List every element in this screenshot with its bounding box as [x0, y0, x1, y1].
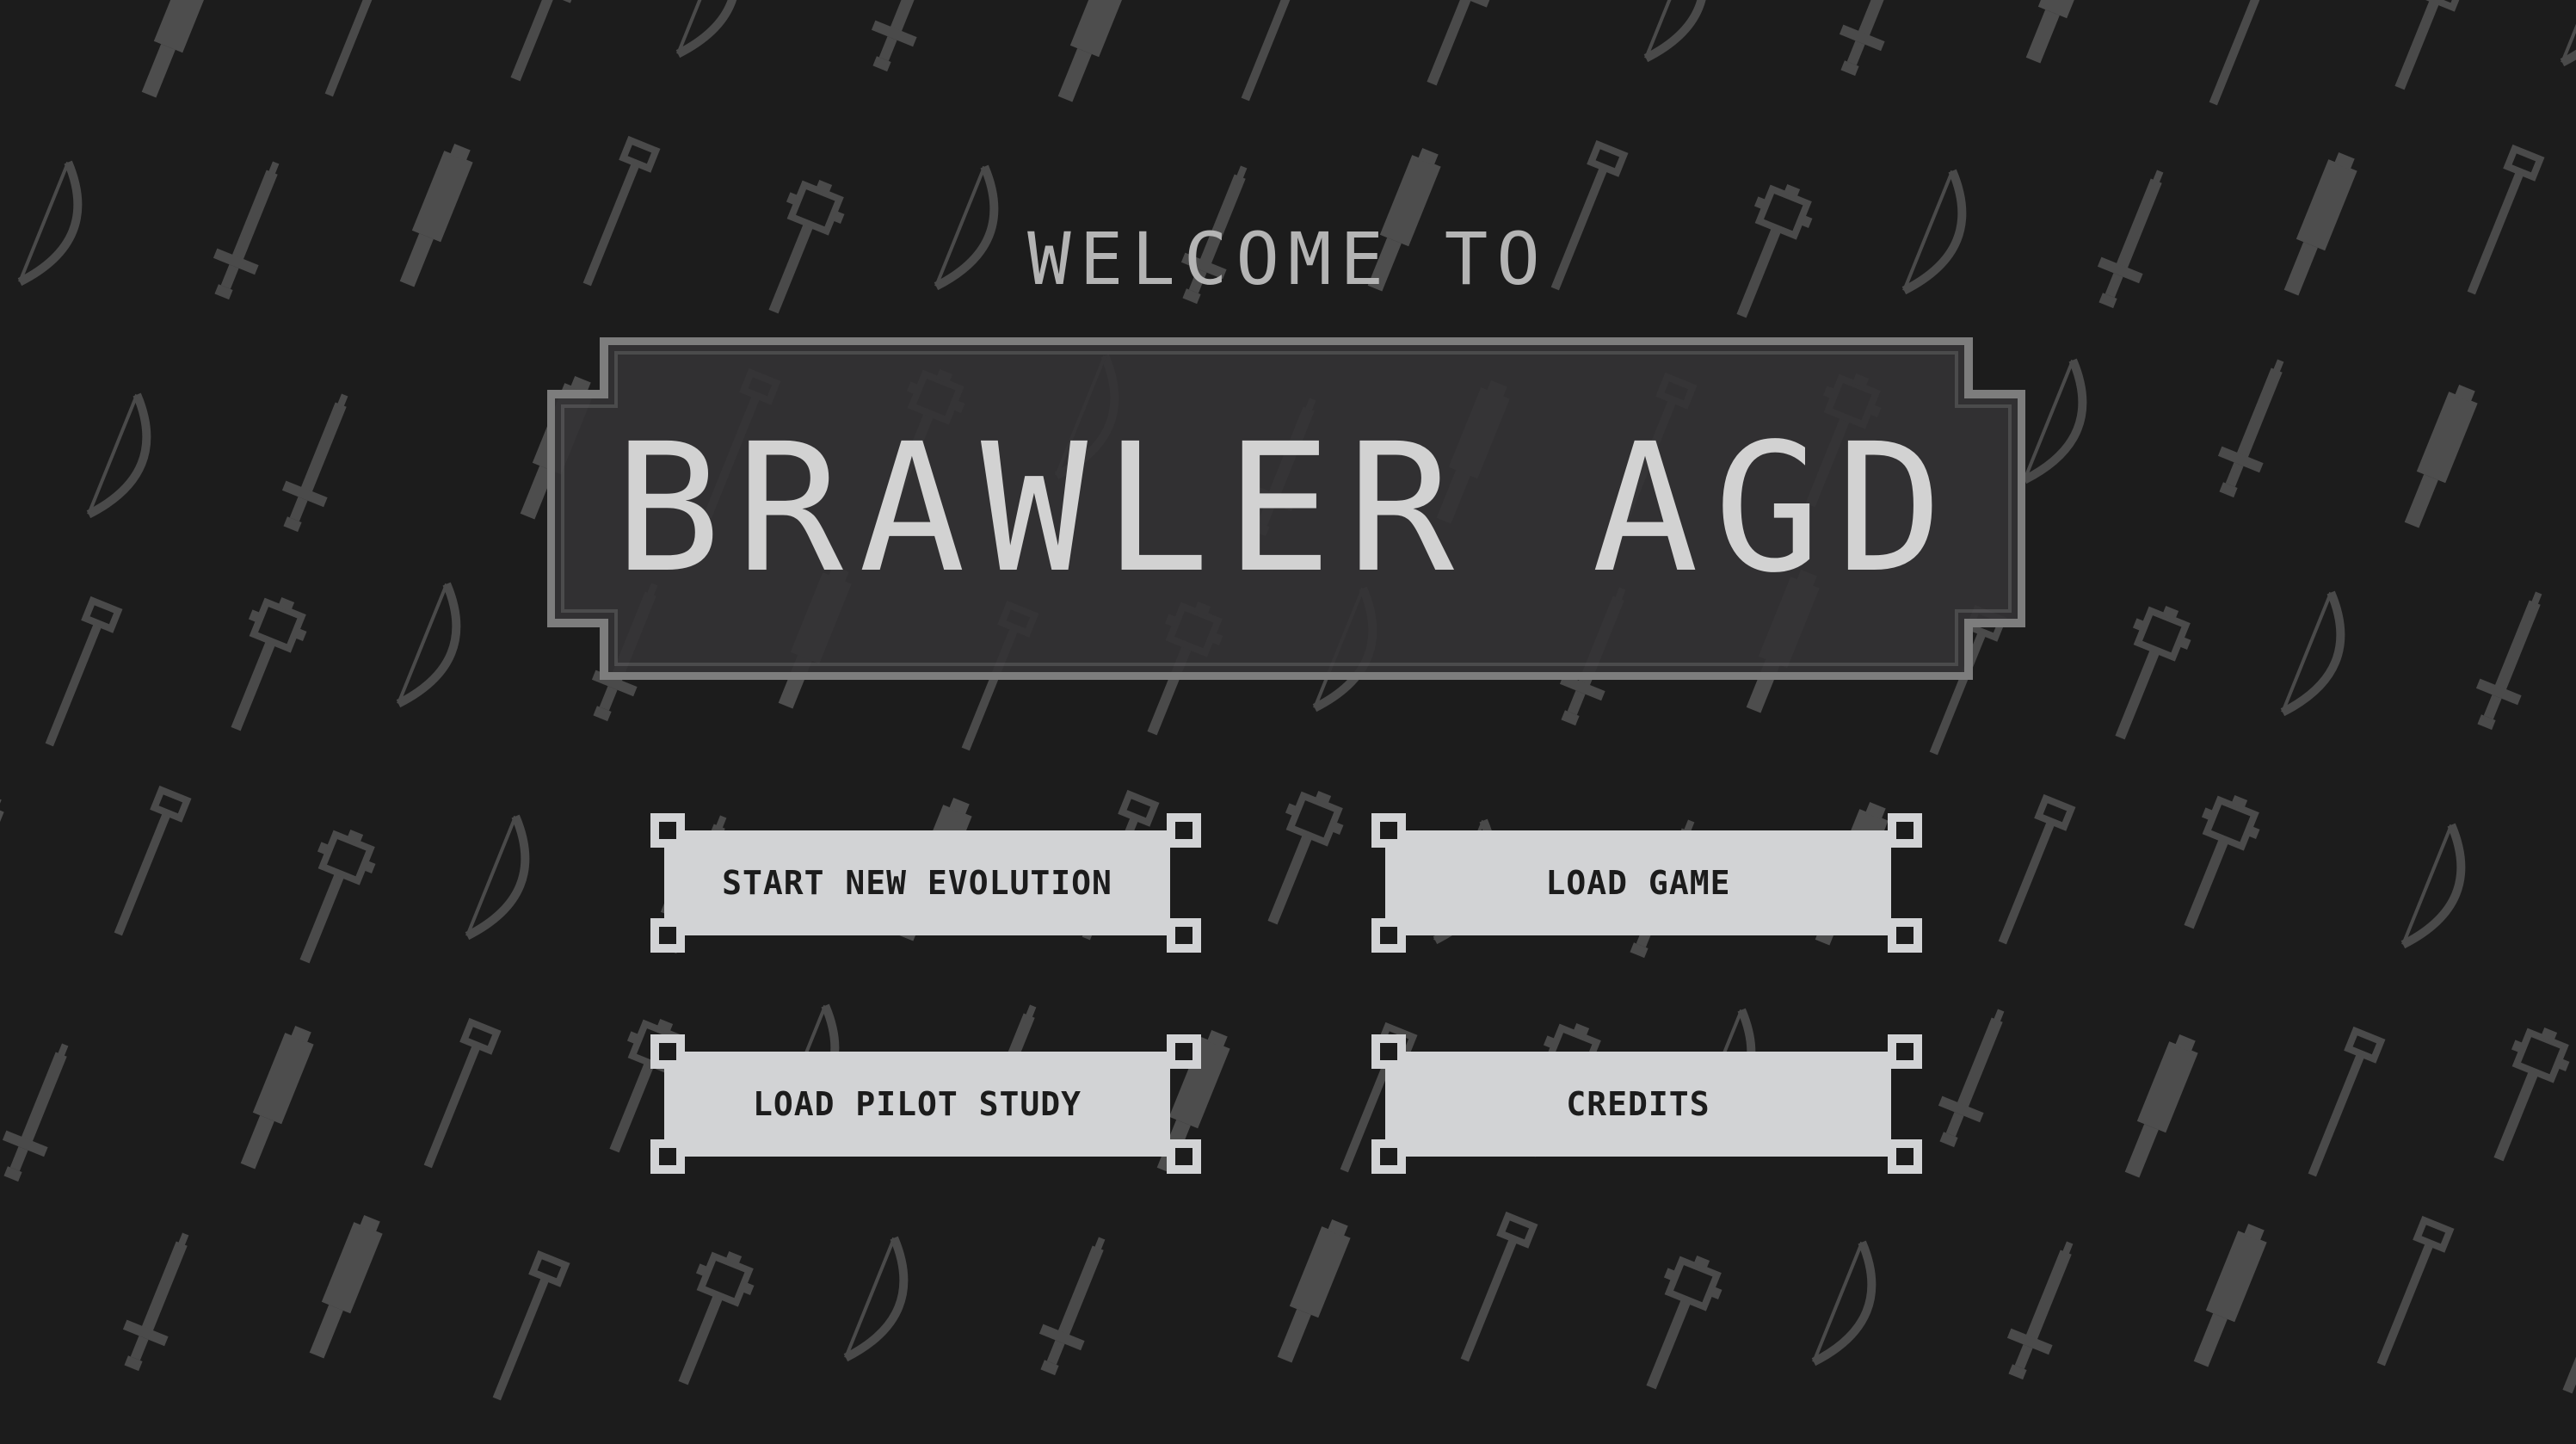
bow-icon [2283, 593, 2359, 724]
corner-bracket-icon [1167, 918, 1201, 953]
staff-icon [2197, 0, 2287, 110]
button-label: LOAD GAME [1545, 864, 1731, 902]
club-icon [1051, 0, 1136, 105]
club-icon [0, 790, 9, 940]
mace-icon [278, 821, 385, 972]
bow-icon [2403, 825, 2480, 956]
club-icon [2018, 0, 2104, 66]
club-icon [2117, 1031, 2203, 1181]
start-new-evolution-button[interactable]: START NEW EVOLUTION [650, 813, 1201, 953]
mace-icon [0, 356, 5, 508]
mace-icon [656, 1243, 763, 1394]
corner-bracket-icon [1371, 1034, 1406, 1069]
title-plate: BRAWLER AGD [547, 337, 2025, 680]
corner-bracket-icon [1888, 813, 1922, 848]
staff-icon [1229, 0, 1319, 106]
corner-bracket-icon [1371, 918, 1406, 953]
bow-icon [846, 1238, 922, 1369]
club-icon [134, 0, 219, 101]
staff-icon [1448, 1211, 1538, 1367]
bow-icon [1814, 1243, 1890, 1373]
mace-icon [2472, 1019, 2576, 1170]
sword-icon [1827, 0, 1923, 82]
staff-icon [480, 1250, 570, 1405]
button-label: LOAD PILOT STUDY [752, 1085, 1082, 1123]
mace-icon [2373, 0, 2480, 99]
mace-icon [1246, 782, 1353, 934]
sword-icon [1926, 1002, 2022, 1153]
sword-icon [1994, 1234, 2091, 1385]
mace-icon [1405, 0, 1512, 95]
corner-bracket-icon [1167, 1139, 1201, 1174]
load-game-button[interactable]: LOAD GAME [1371, 813, 1922, 953]
staff-icon [411, 1017, 502, 1173]
corner-bracket-icon [1167, 813, 1201, 848]
game-title: BRAWLER AGD [613, 405, 1959, 612]
load-pilot-study-button[interactable]: LOAD PILOT STUDY [650, 1034, 1201, 1174]
bow-icon [2024, 361, 2101, 491]
corner-bracket-icon [650, 1034, 685, 1069]
mace-icon [2162, 787, 2269, 938]
corner-bracket-icon [1371, 813, 1406, 848]
sword-icon [0, 1036, 86, 1188]
mace-icon [489, 0, 595, 90]
bow-icon [398, 584, 475, 715]
mace-icon [2541, 1251, 2576, 1403]
corner-bracket-icon [1888, 1139, 1922, 1174]
sword-icon [2205, 352, 2302, 503]
bow-icon [0, 1234, 6, 1365]
bow-icon [467, 817, 544, 947]
staff-icon [312, 0, 403, 102]
corner-bracket-icon [1371, 1139, 1406, 1174]
bow-icon [2562, 0, 2576, 74]
sword-icon [269, 386, 366, 538]
corner-bracket-icon [650, 813, 685, 848]
staff-icon [102, 785, 192, 941]
staff-icon [1986, 793, 2076, 949]
corner-bracket-icon [1888, 918, 1922, 953]
staff-icon [2364, 1215, 2455, 1371]
bow-icon [89, 395, 165, 526]
sword-icon [859, 0, 955, 77]
corner-bracket-icon [650, 918, 685, 953]
staff-icon [33, 595, 123, 751]
club-icon [1270, 1216, 1355, 1366]
corner-bracket-icon [650, 1139, 685, 1174]
mace-icon [2093, 597, 2200, 749]
mace-icon [209, 589, 316, 740]
button-label: CREDITS [1566, 1085, 1710, 1123]
welcome-heading: WELCOME TO [1027, 217, 1549, 301]
corner-bracket-icon [1167, 1034, 1201, 1069]
staff-icon [2296, 1026, 2386, 1182]
bow-icon [1646, 0, 1722, 70]
sword-icon [1026, 1230, 1123, 1381]
bow-icon [678, 0, 755, 65]
mace-icon [1624, 1247, 1731, 1398]
corner-bracket-icon [1888, 1034, 1922, 1069]
sword-icon [2463, 584, 2560, 736]
club-icon [233, 1022, 318, 1172]
button-label: START NEW EVOLUTION [722, 864, 1112, 902]
title-screen: WELCOME TO BRAWLER AGD START NEW EVOLUTI… [0, 0, 2576, 1444]
sword-icon [110, 1225, 206, 1377]
club-icon [2397, 381, 2482, 531]
club-icon [2186, 1220, 2271, 1370]
club-icon [302, 1212, 387, 1361]
credits-button[interactable]: CREDITS [1371, 1034, 1922, 1174]
